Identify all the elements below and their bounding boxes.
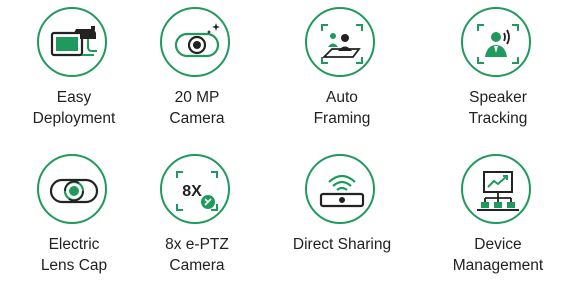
feature-label-line2: Camera xyxy=(169,257,225,274)
feature-label-line1: Device xyxy=(474,236,522,253)
feature-label-line1: Easy xyxy=(56,89,92,106)
feature-speaker-tracking: Speaker Tracking xyxy=(428,7,566,157)
feature-label: 20 MP Camera xyxy=(127,87,267,129)
feature-electric-lens-cap: Electric Lens Cap xyxy=(4,154,144,304)
feature-label: 8x e-PTZ Camera xyxy=(127,234,267,276)
feature-label-line2: Lens Cap xyxy=(40,257,108,274)
feature-label-line1: Direct Sharing xyxy=(292,236,392,253)
feature-device-management: Device Management xyxy=(428,154,566,304)
feature-label: Auto Framing xyxy=(272,87,412,129)
feature-label: Easy Deployment xyxy=(4,87,144,129)
feature-label-line2: Deployment xyxy=(32,110,116,127)
feature-label-line1: Speaker xyxy=(469,89,527,106)
feature-label-line2: Framing xyxy=(313,110,371,127)
feature-label-line1: Auto xyxy=(326,89,358,106)
camera-icon xyxy=(160,7,230,77)
feature-label-line2: Tracking xyxy=(468,110,528,127)
auto-framing-icon xyxy=(305,7,375,77)
feature-label-line2: Management xyxy=(452,257,544,274)
feature-label: Electric Lens Cap xyxy=(4,234,144,276)
feature-label: Direct Sharing xyxy=(272,234,412,255)
feature-label: Speaker Tracking xyxy=(428,87,566,129)
device-management-icon xyxy=(461,154,531,224)
zoom-8x-icon: 8X xyxy=(160,154,230,224)
lens-cap-icon xyxy=(37,154,107,224)
feature-easy-deployment: Easy Deployment xyxy=(4,7,144,157)
feature-direct-sharing: Direct Sharing xyxy=(272,154,412,304)
feature-auto-framing: Auto Framing xyxy=(272,7,412,157)
speaker-tracking-icon xyxy=(461,7,531,77)
feature-label-line1: 8x e-PTZ xyxy=(165,236,229,253)
direct-sharing-icon xyxy=(305,154,375,224)
deployment-icon xyxy=(37,7,107,77)
feature-8x-eptz-camera: 8X 8x e-PTZ Camera xyxy=(127,154,267,304)
feature-label-line2: Camera xyxy=(169,110,225,127)
feature-20mp-camera: 20 MP Camera xyxy=(127,7,267,157)
feature-label-line1: 20 MP xyxy=(174,89,220,106)
zoom-8x-label: 8X xyxy=(182,183,202,200)
feature-label-line1: Electric xyxy=(48,236,100,253)
feature-label: Device Management xyxy=(428,234,566,276)
